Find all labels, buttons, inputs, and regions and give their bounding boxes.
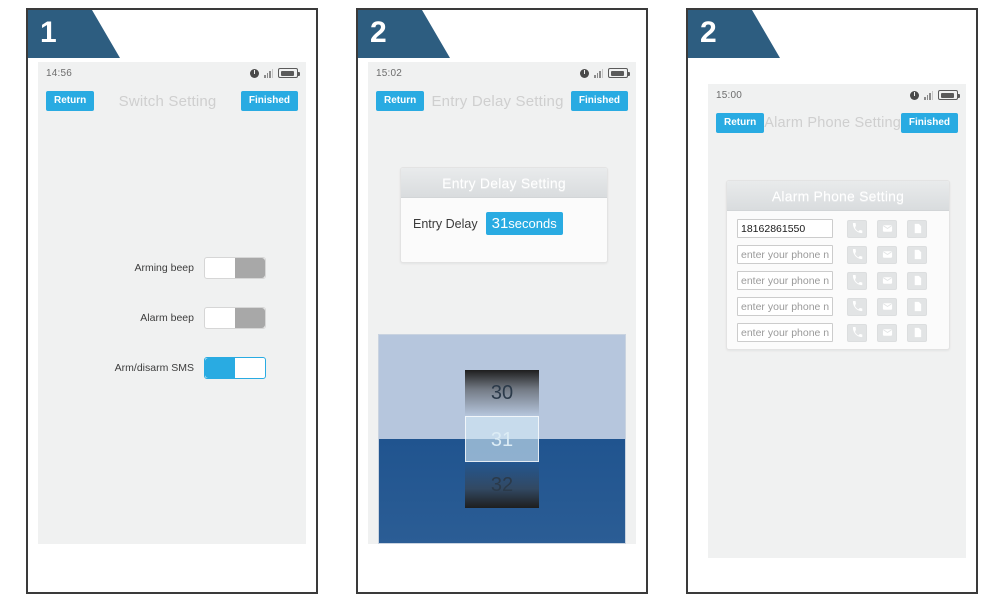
finished-button[interactable]: Finished — [900, 113, 958, 133]
message-icon[interactable] — [877, 323, 897, 342]
row-actions — [847, 323, 927, 342]
battery-icon — [278, 68, 300, 78]
switch-label: Arm/disarm SMS — [114, 362, 194, 374]
contacts-icon[interactable] — [907, 245, 927, 264]
switch-label: Arming beep — [134, 262, 194, 274]
phone-row — [737, 219, 939, 238]
alarm-clock-icon — [250, 68, 259, 78]
nav-bar: Return Alarm Phone Setting Finished — [708, 106, 966, 140]
call-icon[interactable] — [847, 271, 867, 290]
page-title: Switch Setting — [118, 92, 217, 110]
panel-switch-setting: 1 14:56 Return Switch Setting Finished A… — [26, 8, 318, 594]
status-bar: 15:02 — [368, 62, 636, 84]
phone-number-input[interactable] — [737, 271, 833, 290]
contacts-icon[interactable] — [907, 271, 927, 290]
phone-number-input[interactable] — [737, 245, 833, 264]
screenshot-sheet: 1 14:56 Return Switch Setting Finished A… — [0, 0, 1000, 602]
message-icon[interactable] — [877, 271, 897, 290]
status-icons — [580, 68, 630, 78]
status-icons — [910, 90, 960, 100]
return-button[interactable]: Return — [46, 91, 95, 111]
phone-screen: 15:02 Return Entry Delay Setting Finishe… — [368, 62, 636, 544]
picker-item-selected[interactable]: 31 — [465, 416, 539, 462]
status-time: 14:56 — [46, 67, 73, 79]
switch-row-arming-beep: Arming beep — [52, 256, 292, 280]
phone-row — [737, 297, 939, 316]
message-icon[interactable] — [877, 219, 897, 238]
panel-badge-number: 1 — [40, 16, 57, 49]
battery-icon — [938, 90, 960, 100]
status-bar: 14:56 — [38, 62, 306, 84]
panel-entry-delay-setting: 2 15:02 Return Entry Delay Setting Finis… — [356, 8, 648, 594]
nav-bar: Return Switch Setting Finished — [38, 84, 306, 118]
entry-delay-number: 31 — [491, 215, 509, 232]
status-time: 15:00 — [716, 89, 743, 101]
phone-number-input[interactable] — [737, 219, 833, 238]
entry-delay-label: Entry Delay — [413, 216, 478, 231]
status-bar: 15:00 — [708, 84, 966, 106]
number-picker[interactable]: 30 31 32 — [378, 334, 626, 544]
switch-list: Arming beep Alarm beep Arm/disarm SMS — [38, 256, 306, 380]
picker-column: 30 31 32 — [465, 370, 539, 508]
panel-badge-number: 2 — [700, 16, 717, 49]
nav-bar: Return Entry Delay Setting Finished — [368, 84, 636, 118]
picker-item-next[interactable]: 32 — [465, 462, 539, 508]
alarm-clock-icon — [910, 90, 919, 100]
signal-bars-icon — [594, 68, 604, 78]
phone-screen: 14:56 Return Switch Setting Finished Arm… — [38, 62, 306, 544]
phone-row — [737, 323, 939, 342]
alarm-phone-card: Alarm Phone Setting — [726, 180, 950, 350]
switch-row-arm-disarm-sms: Arm/disarm SMS — [52, 356, 292, 380]
switch-row-alarm-beep: Alarm beep — [52, 306, 292, 330]
signal-bars-icon — [924, 90, 934, 100]
finished-button[interactable]: Finished — [570, 91, 628, 111]
panel-alarm-phone-setting: 2 15:00 Return Alarm Phone Setting Finis… — [686, 8, 978, 594]
status-time: 15:02 — [376, 67, 403, 79]
phone-number-input[interactable] — [737, 297, 833, 316]
battery-icon — [608, 68, 630, 78]
signal-bars-icon — [264, 68, 274, 78]
call-icon[interactable] — [847, 323, 867, 342]
entry-delay-value[interactable]: 31seconds — [485, 212, 563, 235]
entry-delay-unit: seconds — [508, 216, 557, 231]
toggle-arming-beep[interactable] — [204, 257, 266, 279]
message-icon[interactable] — [877, 245, 897, 264]
entry-delay-card: Entry Delay Setting Entry Delay 31second… — [400, 167, 608, 263]
panel-badge: 2 — [358, 10, 450, 58]
phone-row — [737, 245, 939, 264]
picker-item-previous[interactable]: 30 — [465, 370, 539, 416]
card-header: Entry Delay Setting — [401, 168, 607, 198]
phone-screen: 15:00 Return Alarm Phone Setting Finishe… — [708, 84, 966, 558]
call-icon[interactable] — [847, 297, 867, 316]
contacts-icon[interactable] — [907, 323, 927, 342]
phone-row — [737, 271, 939, 290]
panel-badge-number: 2 — [370, 16, 387, 49]
return-button[interactable]: Return — [376, 91, 425, 111]
phone-row-list — [727, 211, 949, 349]
card-header: Alarm Phone Setting — [727, 181, 949, 211]
page-title: Alarm Phone Setting — [764, 115, 901, 131]
contacts-icon[interactable] — [907, 219, 927, 238]
row-actions — [847, 219, 927, 238]
row-actions — [847, 297, 927, 316]
phone-number-input[interactable] — [737, 323, 833, 342]
entry-delay-row: Entry Delay 31seconds — [401, 198, 607, 235]
switch-label: Alarm beep — [140, 312, 194, 324]
alarm-clock-icon — [580, 68, 589, 78]
panel-badge: 1 — [28, 10, 120, 58]
row-actions — [847, 245, 927, 264]
toggle-alarm-beep[interactable] — [204, 307, 266, 329]
status-icons — [250, 68, 300, 78]
row-actions — [847, 271, 927, 290]
return-button[interactable]: Return — [716, 113, 765, 133]
panel-badge: 2 — [688, 10, 780, 58]
message-icon[interactable] — [877, 297, 897, 316]
call-icon[interactable] — [847, 245, 867, 264]
toggle-arm-disarm-sms[interactable] — [204, 357, 266, 379]
finished-button[interactable]: Finished — [240, 91, 298, 111]
call-icon[interactable] — [847, 219, 867, 238]
contacts-icon[interactable] — [907, 297, 927, 316]
page-title: Entry Delay Setting — [431, 92, 564, 110]
